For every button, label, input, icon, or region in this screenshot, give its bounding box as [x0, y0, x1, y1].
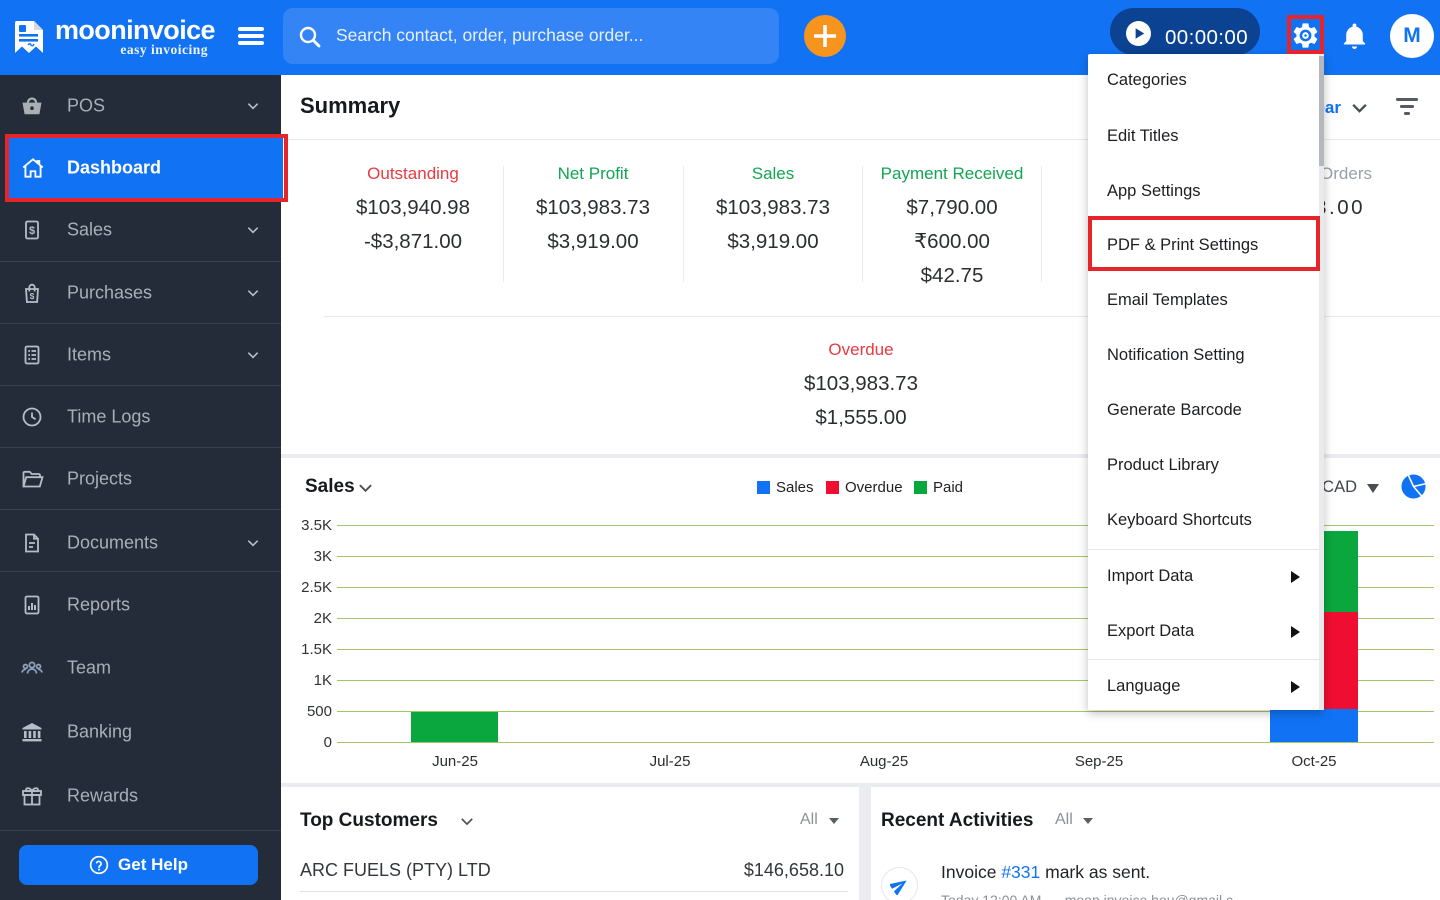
svg-text:$: $ — [29, 225, 35, 237]
svg-text:$: $ — [30, 291, 35, 301]
